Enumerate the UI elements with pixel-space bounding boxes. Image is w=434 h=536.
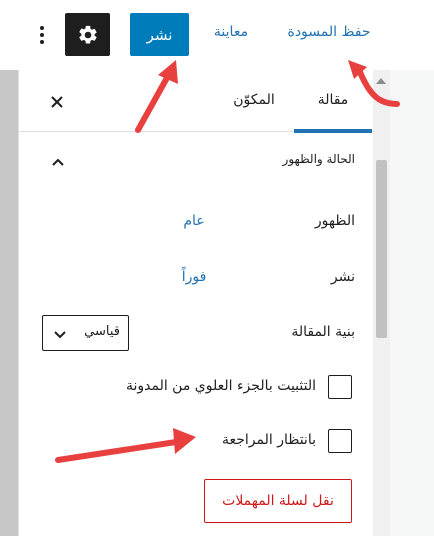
status-visibility-title[interactable]: الحالة والظهور <box>109 152 355 172</box>
tab-block[interactable]: المكوّن <box>219 92 289 132</box>
move-to-trash-button[interactable]: نقل لسلة المهملات <box>204 479 352 523</box>
pending-review-checkbox[interactable] <box>328 429 352 453</box>
scrollbar-thumb[interactable] <box>376 160 387 338</box>
visibility-label: الظهور <box>314 213 355 229</box>
post-format-select[interactable]: قياسي <box>42 315 129 351</box>
window-edge <box>390 70 434 536</box>
settings-sidebar: مقالة المكوّن الحالة والظهور الظهور عام … <box>18 70 374 536</box>
save-draft-button[interactable]: حفظ المسودة <box>276 24 382 46</box>
chevron-down-icon <box>54 331 66 339</box>
more-options-button[interactable] <box>30 20 54 50</box>
publish-button[interactable]: نشر <box>130 13 189 56</box>
chevron-up-icon <box>52 158 64 166</box>
scroll-up-arrow-icon[interactable] <box>376 78 386 84</box>
editor-canvas-edge <box>0 70 18 536</box>
post-format-value: قياسي <box>84 324 120 339</box>
preview-button[interactable]: معاينة <box>206 24 256 46</box>
publish-date-toggle[interactable]: فوراً <box>154 269 234 291</box>
close-icon <box>51 96 63 108</box>
publish-date-label: نشر <box>330 269 355 285</box>
stick-to-top-label[interactable]: التثبيت بالجزء العلوي من المدونة <box>84 378 316 400</box>
stick-to-top-checkbox[interactable] <box>328 375 352 399</box>
vertical-ellipsis-icon <box>40 26 44 30</box>
section-toggle-button[interactable] <box>48 152 68 172</box>
settings-button[interactable] <box>65 13 110 56</box>
sidebar-scrollbar[interactable] <box>373 70 390 536</box>
visibility-toggle[interactable]: عام <box>154 213 234 235</box>
gear-icon <box>78 25 97 44</box>
post-format-label: بنية المقالة <box>291 324 355 340</box>
sidebar-tabs: مقالة المكوّن <box>19 70 374 133</box>
close-sidebar-button[interactable] <box>47 92 67 112</box>
pending-review-label[interactable]: بانتظار المراجعة <box>189 432 316 454</box>
editor-toolbar: حفظ المسودة معاينة نشر <box>0 0 434 70</box>
tab-post[interactable]: مقالة <box>294 92 372 133</box>
